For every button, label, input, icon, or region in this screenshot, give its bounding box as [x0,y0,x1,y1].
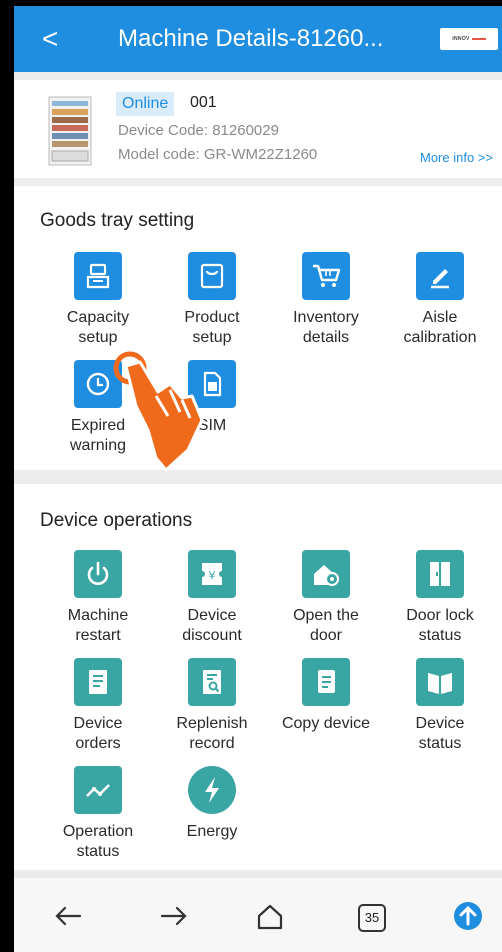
door-key-icon [302,550,350,598]
nav-back-button[interactable] [48,896,88,936]
goods-tray-section: Goods tray setting Capacity setup Product… [14,186,502,470]
product-setup-button[interactable]: Product setup [156,252,268,348]
clock-icon [74,360,122,408]
aisle-calibration-button[interactable]: Aisle calibration [384,252,496,348]
power-icon [74,550,122,598]
device-summary-card: Online 001 Device Code: 81260029 Model c… [14,80,502,178]
machine-restart-button[interactable]: Machine restart [42,550,154,646]
discount-ticket-icon: ¥ [188,550,236,598]
tray-icon [74,252,122,300]
model-code: Model code: GR-WM22Z1260 [118,146,318,163]
trend-icon [74,766,122,814]
more-info-link[interactable]: More info >> [420,150,493,165]
device-code: Device Code: 81260029 [118,122,279,139]
open-door-button[interactable]: Open the door [270,550,382,646]
energy-button[interactable]: Energy [156,766,268,842]
orders-icon [74,658,122,706]
svg-text:¥: ¥ [209,569,216,582]
section-title: Device operations [40,510,193,531]
arrow-right-icon [160,906,187,926]
tabs-count-button[interactable]: 35 [358,904,386,932]
app-header: < Machine Details-81260... INNOV [14,6,502,72]
arrow-up-circle-icon [454,902,482,930]
device-status-button[interactable]: Device status [384,658,496,754]
bag-icon [188,252,236,300]
arrow-left-icon [55,906,82,926]
app-screen: < Machine Details-81260... INNOV Online … [14,6,502,952]
page-title: Machine Details-81260... [118,25,384,52]
brand-logo-text: INNOV [452,36,470,42]
home-icon [257,904,283,930]
expired-warning-button[interactable]: Expired warning [42,360,154,456]
device-number: 001 [190,94,217,111]
device-operations-section: Device operations Machine restart ¥ Devic… [14,484,502,870]
sim-button[interactable]: SIM [156,360,268,436]
inventory-details-button[interactable]: Inventory details [270,252,382,348]
cart-icon [302,252,350,300]
back-button[interactable]: < [42,22,58,56]
door-lock-icon [416,550,464,598]
record-icon [188,658,236,706]
device-orders-button[interactable]: Device orders [42,658,154,754]
copy-device-button[interactable]: Copy device [270,658,382,734]
nav-forward-button[interactable] [154,896,194,936]
status-badge: Online [116,92,175,116]
nav-home-button[interactable] [250,896,290,936]
copy-icon [302,658,350,706]
browser-bottom-bar: 35 [14,878,502,952]
lightning-icon [188,766,236,814]
operation-status-button[interactable]: Operation status [42,766,154,862]
brand-logo: INNOV [440,28,498,50]
device-discount-button[interactable]: ¥ Device discount [156,550,268,646]
sim-card-icon [188,360,236,408]
pencil-icon [416,252,464,300]
door-lock-status-button[interactable]: Door lock status [384,550,496,646]
nav-upload-button[interactable] [448,896,488,936]
capacity-setup-button[interactable]: Capacity setup [42,252,154,348]
vending-machine-icon [48,96,92,166]
book-icon [416,658,464,706]
section-title: Goods tray setting [40,210,195,231]
replenish-record-button[interactable]: Replenish record [156,658,268,754]
